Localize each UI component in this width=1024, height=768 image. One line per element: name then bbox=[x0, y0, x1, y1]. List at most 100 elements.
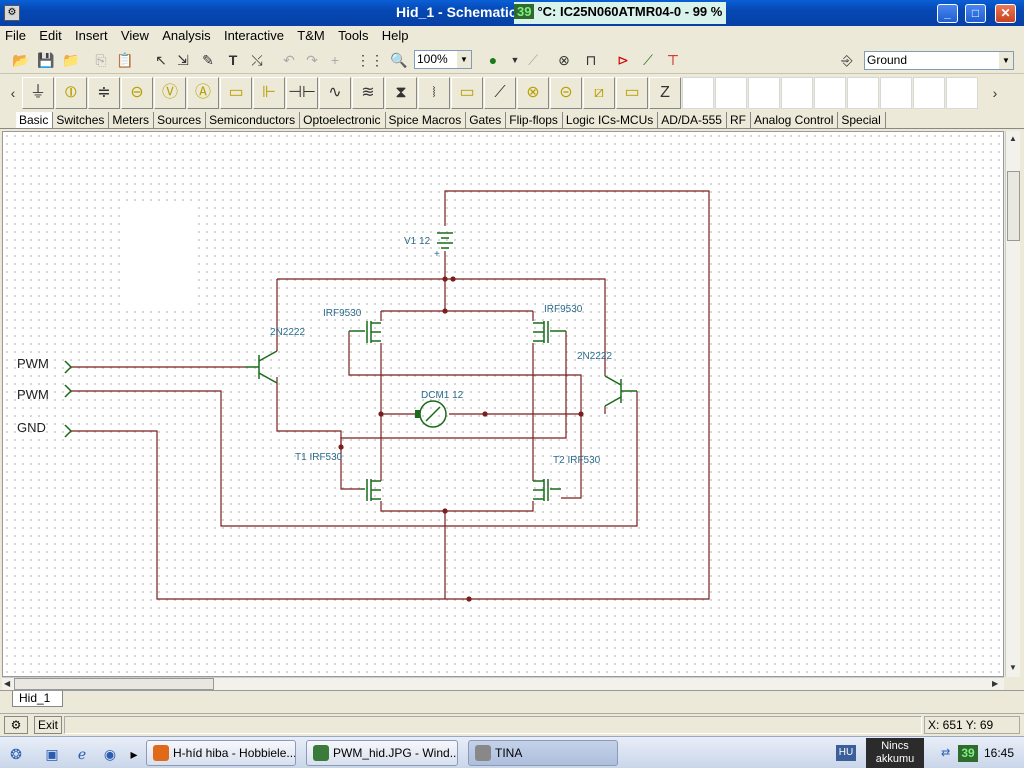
horizontal-scrollbar[interactable]: ◀ ▶ bbox=[2, 677, 1004, 690]
text-icon[interactable]: T bbox=[222, 49, 244, 71]
tab-spice-macros[interactable]: Spice Macros bbox=[386, 112, 467, 128]
zoom-select[interactable]: 100% ▼ bbox=[414, 50, 472, 69]
open-folder-icon[interactable]: 📂 bbox=[10, 49, 32, 71]
taskbar-item-browser[interactable]: H-híd hiba - Hobbiele... bbox=[146, 740, 296, 766]
tab-flip-flops[interactable]: Flip-flops bbox=[506, 112, 563, 128]
test-probe-icon[interactable]: ⟋ bbox=[637, 49, 659, 71]
taskbar-item-image-viewer[interactable]: PWM_hid.JPG - Wind... bbox=[306, 740, 458, 766]
lamp-icon[interactable]: ⊗ bbox=[517, 77, 549, 109]
tab-semiconductors[interactable]: Semiconductors bbox=[206, 112, 301, 128]
impedance-icon[interactable]: Z bbox=[649, 77, 681, 109]
copy-icon[interactable]: ⎘ bbox=[90, 49, 112, 71]
ground-component-icon[interactable]: ⏚ bbox=[22, 77, 54, 109]
exit-button[interactable]: Exit bbox=[34, 716, 62, 734]
pin-icon[interactable]: ⊤ bbox=[662, 49, 684, 71]
sheet-tab-hid1[interactable]: Hid_1 bbox=[12, 691, 64, 707]
vertical-scrollbar[interactable]: ▲ ▼ bbox=[1005, 131, 1020, 677]
undo-icon[interactable]: ↶ bbox=[278, 49, 300, 71]
mosfet-t2[interactable]: T2 IRF530 bbox=[533, 455, 601, 501]
tab-ad-da[interactable]: AD/DA-555 bbox=[658, 112, 727, 128]
tab-special[interactable]: Special bbox=[838, 112, 886, 128]
tab-switches[interactable]: Switches bbox=[53, 112, 110, 128]
tab-sources[interactable]: Sources bbox=[154, 112, 207, 128]
language-indicator[interactable]: HU bbox=[836, 745, 856, 761]
voltage-source-icon[interactable]: ≑ bbox=[88, 77, 120, 109]
menu-tm[interactable]: T&M bbox=[292, 26, 329, 43]
scroll-down-icon[interactable]: ▼ bbox=[1009, 663, 1017, 672]
mosfet-t1[interactable]: T1 IRF530 bbox=[295, 452, 381, 501]
delete-wire-icon[interactable]: ⤯ bbox=[246, 49, 268, 71]
quicklaunch-media-icon[interactable]: ◉ bbox=[100, 744, 120, 764]
close-button[interactable]: ✕ bbox=[995, 4, 1016, 23]
motor-icon[interactable]: ⊝ bbox=[550, 77, 582, 109]
minimize-button[interactable]: _ bbox=[937, 4, 958, 23]
battery-v1[interactable]: V1 12 + bbox=[404, 232, 453, 260]
ground-select[interactable]: Ground ▼ bbox=[864, 51, 1014, 70]
ground-tool-icon[interactable]: ⎆ bbox=[836, 49, 858, 71]
paste-icon[interactable]: 📋 bbox=[114, 49, 136, 71]
menu-edit[interactable]: Edit bbox=[34, 26, 66, 43]
transistor-q2[interactable]: 2N2222 bbox=[577, 351, 637, 407]
zoom-icon[interactable]: 🔍 bbox=[388, 49, 410, 71]
app-icon[interactable]: ⚙ bbox=[4, 5, 20, 21]
motor-dcm1[interactable]: DCM1 12 bbox=[415, 390, 464, 428]
resistor-value-icon[interactable]: ⊓ bbox=[580, 49, 602, 71]
tab-meters[interactable]: Meters bbox=[109, 112, 155, 128]
network-icon[interactable]: ⇄ bbox=[941, 746, 957, 760]
diode-icon[interactable]: ⊳ bbox=[612, 49, 634, 71]
meter-icon[interactable]: ⊗ bbox=[553, 49, 575, 71]
schematic-canvas[interactable]: PWM PWM GND V1 12 + 2N2222 2N2222 IRF953… bbox=[2, 131, 1004, 677]
wire-select-icon[interactable]: ⇲ bbox=[172, 49, 194, 71]
ammeter-icon[interactable]: Ⓐ bbox=[187, 77, 219, 109]
battery-component-icon[interactable]: ⦶ bbox=[55, 77, 87, 109]
quicklaunch-explorer-icon[interactable]: ▣ bbox=[42, 744, 62, 764]
tab-optoelectronic[interactable]: Optoelectronic bbox=[300, 112, 386, 128]
transistor-q1[interactable]: 2N2222 bbox=[245, 327, 305, 384]
maximize-button[interactable]: □ bbox=[965, 4, 986, 23]
scroll-up-icon[interactable]: ▲ bbox=[1009, 134, 1017, 143]
menu-file[interactable]: File bbox=[0, 26, 31, 43]
save-icon[interactable]: 💾 bbox=[35, 49, 57, 71]
heater-icon[interactable]: ▭ bbox=[616, 77, 648, 109]
coupled-inductor-icon[interactable]: ⧘ bbox=[418, 77, 450, 109]
variable-inductor-icon[interactable]: ≋ bbox=[352, 77, 384, 109]
scroll-left-icon[interactable]: ‹ bbox=[2, 82, 24, 104]
quicklaunch-more-icon[interactable]: ▸ bbox=[124, 744, 144, 764]
crosshair-icon[interactable]: + bbox=[324, 49, 346, 71]
mosfet-p-left[interactable]: IRF9530 bbox=[323, 308, 381, 343]
menu-analysis[interactable]: Analysis bbox=[157, 26, 215, 43]
scroll-right-icon[interactable]: › bbox=[984, 82, 1006, 104]
dc-analysis-icon[interactable]: ● bbox=[482, 49, 504, 71]
transformer-icon[interactable]: ⧗ bbox=[385, 77, 417, 109]
tab-logic-ics[interactable]: Logic ICs-MCUs bbox=[563, 112, 659, 128]
current-source-icon[interactable]: ⊖ bbox=[121, 77, 153, 109]
grid-icon[interactable]: ⋮⋮ bbox=[356, 49, 384, 71]
scroll-left-icon[interactable]: ◀ bbox=[4, 679, 10, 688]
capacitor-icon[interactable]: ⊣⊢ bbox=[286, 77, 318, 109]
scroll-right-icon[interactable]: ▶ bbox=[992, 679, 998, 688]
horizontal-scroll-thumb[interactable] bbox=[14, 678, 214, 690]
open-icon[interactable]: 📁 bbox=[60, 49, 82, 71]
tab-rf[interactable]: RF bbox=[727, 112, 751, 128]
vertical-scroll-thumb[interactable] bbox=[1007, 171, 1020, 241]
menu-tools[interactable]: Tools bbox=[333, 26, 373, 43]
tray-temperature[interactable]: 39 bbox=[958, 745, 978, 762]
probe-icon[interactable]: ⟋ bbox=[522, 49, 544, 71]
start-orb-icon[interactable]: ❂ bbox=[6, 744, 26, 764]
select-arrow-icon[interactable]: ↖ bbox=[150, 49, 172, 71]
potentiometer-icon[interactable]: ⊩ bbox=[253, 77, 285, 109]
inductor-icon[interactable]: ∿ bbox=[319, 77, 351, 109]
switch-icon[interactable]: ⟋ bbox=[484, 77, 516, 109]
mosfet-p-right[interactable]: IRF9530 bbox=[533, 304, 583, 343]
resistor-icon[interactable]: ▭ bbox=[220, 77, 252, 109]
thermistor-icon[interactable]: ⧄ bbox=[583, 77, 615, 109]
tina-logo-icon[interactable]: ⚙ bbox=[4, 716, 28, 734]
fuse-icon[interactable]: ▭ bbox=[451, 77, 483, 109]
menu-interactive[interactable]: Interactive bbox=[219, 26, 289, 43]
tab-analog-control[interactable]: Analog Control bbox=[751, 112, 839, 128]
menu-help[interactable]: Help bbox=[377, 26, 414, 43]
menu-insert[interactable]: Insert bbox=[70, 26, 113, 43]
voltmeter-icon[interactable]: Ⓥ bbox=[154, 77, 186, 109]
pencil-icon[interactable]: ✎ bbox=[197, 49, 219, 71]
tab-gates[interactable]: Gates bbox=[466, 112, 507, 128]
